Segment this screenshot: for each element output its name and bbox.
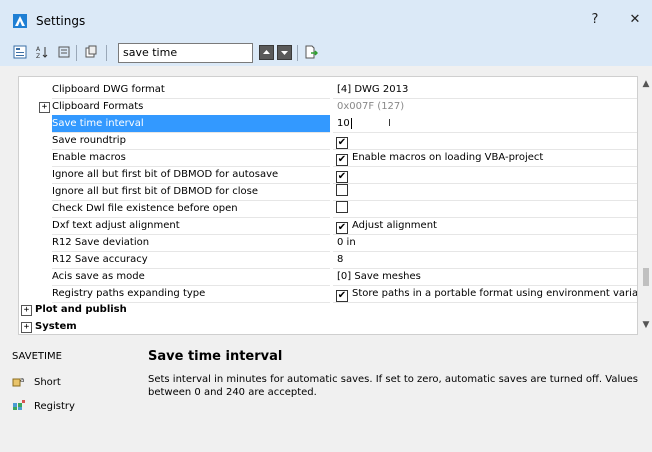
property-label: Enable macros [52, 149, 330, 167]
property-row[interactable]: Registry paths expanding type ✔ Store pat… [19, 285, 637, 303]
search-field[interactable] [118, 43, 253, 63]
ibeam-cursor-icon: I [388, 118, 391, 129]
checkbox[interactable]: ✔ [336, 222, 348, 234]
property-label: R12 Save accuracy [52, 251, 330, 269]
property-value: Adjust alignment [352, 220, 437, 231]
property-row[interactable]: Enable macros ✔ Enable macros on loading … [19, 149, 637, 167]
category-row-plot-and-publish[interactable]: + Plot and publish [19, 301, 637, 318]
property-row[interactable]: Clipboard DWG format [4] DWG 2013 [19, 81, 637, 99]
property-value: Store paths in a portable format using e… [352, 288, 637, 299]
property-row[interactable]: + Clipboard Formats 0x007F (127) [19, 98, 637, 116]
property-value: Enable macros on loading VBA-project [352, 152, 544, 163]
checkbox[interactable] [336, 201, 348, 213]
search-input[interactable] [119, 44, 252, 60]
toolbar: AZ [0, 40, 652, 66]
property-label: Save roundtrip [52, 132, 330, 150]
svg-text:A: A [36, 46, 41, 53]
toolbar-separator [297, 45, 298, 61]
property-row-selected[interactable]: Save time interval 10 I [19, 115, 637, 133]
next-match-button[interactable] [277, 45, 292, 60]
scroll-up-icon[interactable]: ▲ [640, 78, 652, 90]
property-row[interactable]: Acis save as mode [0] Save meshes [19, 268, 637, 286]
property-label: Acis save as mode [52, 268, 330, 286]
property-label: Dxf text adjust alignment [52, 217, 330, 235]
short-link[interactable]: a Short [12, 375, 61, 388]
property-row[interactable]: Ignore all but first bit of DBMOD for au… [19, 166, 637, 184]
property-value: 0 in [337, 237, 356, 248]
property-row[interactable]: Save roundtrip ✔ [19, 132, 637, 150]
property-value: 0x007F (127) [337, 101, 405, 112]
expand-icon[interactable]: + [21, 322, 32, 333]
expand-icon[interactable]: + [39, 102, 50, 113]
text-cursor [350, 118, 352, 129]
export-settings-icon[interactable] [304, 45, 319, 59]
save-time-input[interactable]: 10 I [333, 115, 637, 133]
command-name: SAVETIME [12, 351, 62, 362]
help-title: Save time interval [148, 349, 283, 364]
svg-text:a: a [20, 376, 24, 384]
svg-text:Z: Z [36, 53, 40, 59]
title-bar: Settings ? ✕ [0, 0, 652, 40]
property-row[interactable]: Dxf text adjust alignment ✔ Adjust alignm… [19, 217, 637, 235]
expand-icon[interactable]: + [21, 305, 32, 316]
scroll-down-icon[interactable]: ▼ [640, 319, 652, 331]
help-description: Sets interval in minutes for automatic s… [148, 374, 638, 398]
toolbar-separator [76, 45, 77, 61]
checkbox[interactable]: ✔ [336, 171, 348, 183]
categorized-view-icon[interactable] [13, 45, 27, 59]
category-label: System [35, 321, 77, 332]
property-label: Clipboard Formats [52, 98, 330, 116]
property-row[interactable]: Ignore all but first bit of DBMOD for cl… [19, 183, 637, 201]
close-button[interactable]: ✕ [623, 11, 647, 29]
registry-label: Registry [34, 401, 75, 412]
property-row[interactable]: Check Dwl file existence before open [19, 200, 637, 218]
checkbox[interactable]: ✔ [336, 154, 348, 166]
registry-link[interactable]: Registry [12, 399, 75, 412]
window-title: Settings [36, 14, 86, 28]
property-grid: Clipboard DWG format [4] DWG 2013 + Clip… [18, 76, 638, 335]
export-icon[interactable] [84, 45, 98, 59]
property-label: Check Dwl file existence before open [52, 200, 330, 218]
property-label: Clipboard DWG format [52, 81, 330, 99]
category-label: Plot and publish [35, 304, 127, 315]
property-value: 8 [337, 254, 344, 265]
vertical-scrollbar[interactable]: ▲ ▼ [640, 76, 652, 333]
filter-icon[interactable] [57, 45, 71, 59]
property-label: Save time interval [52, 115, 330, 133]
short-name-icon: a [12, 375, 26, 387]
short-label: Short [34, 377, 61, 388]
checkbox[interactable]: ✔ [336, 137, 348, 149]
category-row-system[interactable]: + System [19, 318, 637, 334]
property-label: R12 Save deviation [52, 234, 330, 252]
scroll-thumb[interactable] [643, 268, 649, 286]
app-logo-icon [13, 14, 27, 28]
toolbar-separator [106, 45, 107, 61]
help-panel: SAVETIME Save time interval Sets interva… [0, 340, 652, 452]
property-value: 10 [337, 118, 350, 129]
property-row[interactable]: R12 Save deviation 0 in [19, 234, 637, 252]
property-value: [4] DWG 2013 [337, 84, 409, 95]
property-value: [0] Save meshes [337, 271, 421, 282]
help-button[interactable]: ? [583, 11, 607, 29]
property-row[interactable]: R12 Save accuracy 8 [19, 251, 637, 269]
property-label: Ignore all but first bit of DBMOD for au… [52, 166, 330, 184]
alphabetical-sort-icon[interactable]: AZ [35, 45, 49, 60]
previous-match-button[interactable] [259, 45, 274, 60]
property-label: Ignore all but first bit of DBMOD for cl… [52, 183, 330, 201]
checkbox[interactable] [336, 184, 348, 196]
registry-icon [12, 399, 26, 411]
